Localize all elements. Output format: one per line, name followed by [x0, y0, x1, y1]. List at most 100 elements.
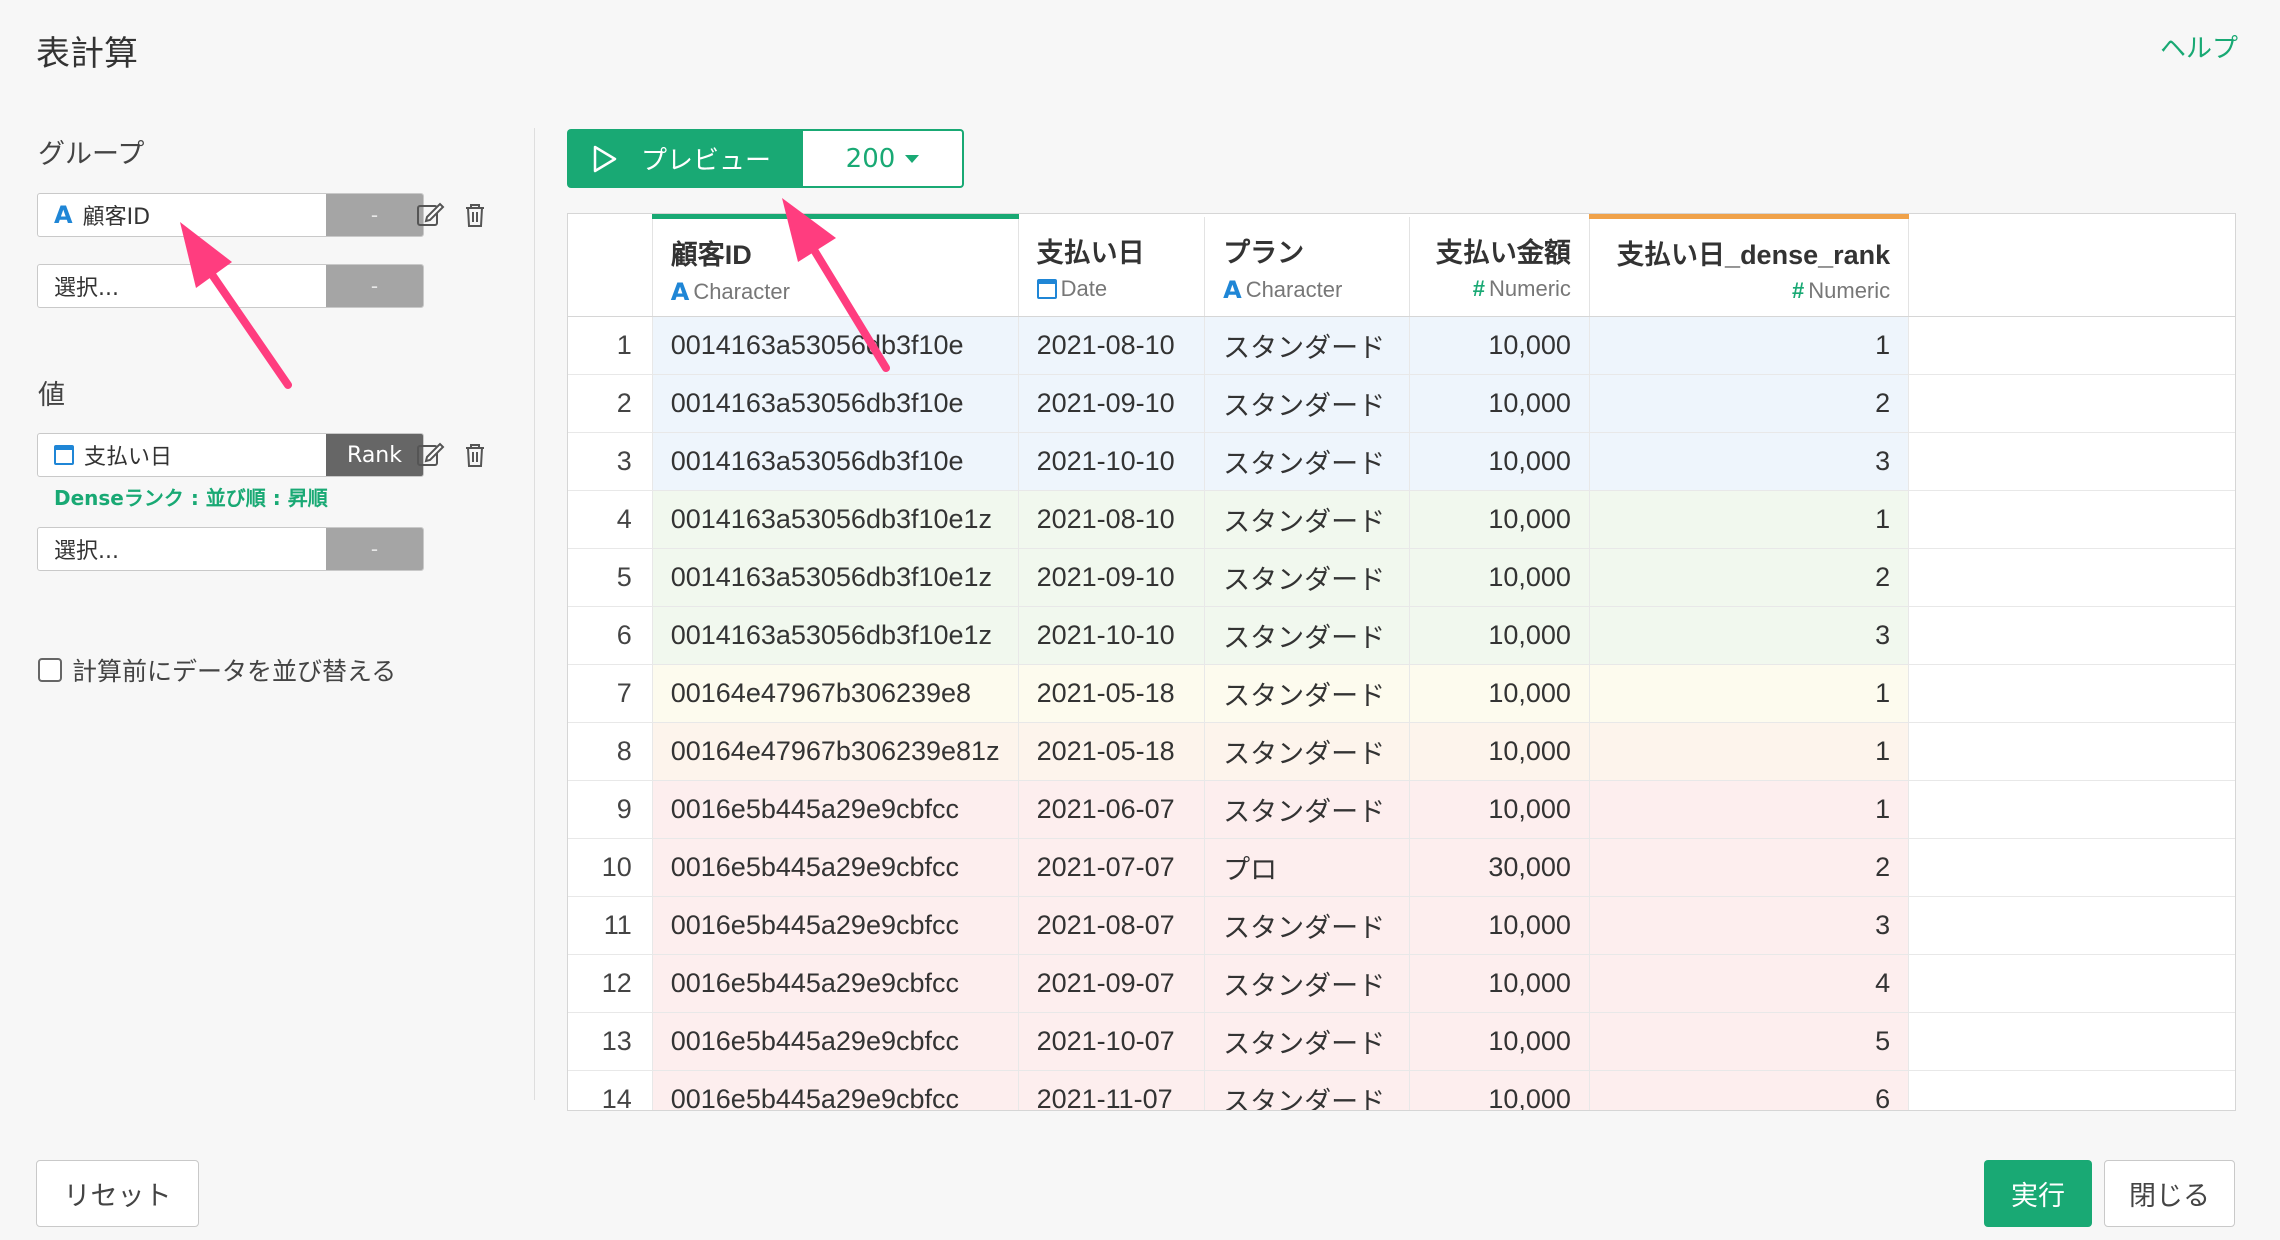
- row-filler: [1908, 316, 2235, 375]
- payment-date-cell: 2021-09-07: [1018, 954, 1206, 1013]
- row-number: 8: [568, 722, 653, 781]
- value-add-field[interactable]: 選択...: [38, 528, 326, 570]
- dense-rank-cell: 1: [1589, 722, 1910, 781]
- dense-rank-cell: 5: [1589, 1012, 1910, 1071]
- group-operation-dropdown[interactable]: -: [326, 194, 423, 236]
- table-row[interactable]: 12 0016e5b445a29e9cbfcc 2021-09-07 スタンダード 10…: [568, 954, 2235, 1013]
- dense-rank-cell: 3: [1589, 432, 1910, 491]
- row-filler: [1908, 954, 2235, 1013]
- preview-table[interactable]: 顧客ID A Character 支払い日 Date プラン A Character…: [567, 213, 2236, 1111]
- row-filler: [1908, 722, 2235, 781]
- value-section-label: 値: [38, 380, 65, 411]
- row-filler: [1908, 432, 2235, 491]
- edit-icon[interactable]: [415, 199, 445, 229]
- column-name: 顧客ID: [670, 240, 752, 270]
- customer-id-cell: 0014163a53056db3f10e: [652, 432, 1019, 491]
- row-number: 10: [568, 838, 653, 897]
- payment-date-cell: 2021-08-10: [1018, 490, 1206, 549]
- header-filler: [1908, 216, 2235, 317]
- dialog-title: 表計算: [36, 34, 138, 74]
- preview-button[interactable]: プレビュー: [567, 129, 804, 188]
- table-row[interactable]: 7 00164e47967b306239e8 2021-05-18 スタンダード 10,…: [568, 664, 2235, 723]
- payment-date-cell: 2021-05-18: [1018, 664, 1206, 723]
- column-header-customer-id[interactable]: 顧客ID A Character: [652, 214, 1019, 317]
- column-header-payment-amount[interactable]: 支払い金額 # Numeric: [1409, 216, 1590, 317]
- character-type-icon: A: [670, 278, 690, 306]
- table-row[interactable]: 6 0014163a53056db3f10e1z 2021-10-10 スタンダード 1…: [568, 606, 2235, 665]
- dense-rank-cell: 4: [1589, 954, 1910, 1013]
- preview-rows-dropdown[interactable]: 200: [803, 129, 964, 188]
- value-column-name: 支払い日: [84, 445, 173, 470]
- customer-id-cell: 0014163a53056db3f10e: [652, 316, 1019, 375]
- value-operation-dropdown[interactable]: Rank: [326, 434, 423, 476]
- row-filler: [1908, 548, 2235, 607]
- presort-checkbox[interactable]: [38, 658, 62, 682]
- numeric-type-icon: #: [1792, 278, 1805, 303]
- table-row[interactable]: 9 0016e5b445a29e9cbfcc 2021-06-07 スタンダード 10,…: [568, 780, 2235, 839]
- row-number: 2: [568, 374, 653, 433]
- plan-cell: スタンダード: [1204, 722, 1411, 781]
- column-header-payment-date[interactable]: 支払い日 Date: [1018, 216, 1206, 317]
- column-type: Numeric: [1489, 275, 1571, 301]
- payment-date-cell: 2021-09-10: [1018, 548, 1206, 607]
- payment-date-cell: 2021-10-10: [1018, 606, 1206, 665]
- group-add-field[interactable]: 選択...: [38, 265, 326, 307]
- group-add-selector[interactable]: 選択... -: [37, 264, 424, 308]
- plan-cell: スタンダード: [1204, 316, 1411, 375]
- value-column-field[interactable]: 支払い日: [38, 434, 326, 476]
- value-add-operation[interactable]: -: [326, 528, 423, 570]
- table-row[interactable]: 4 0014163a53056db3f10e1z 2021-08-10 スタンダード 1…: [568, 490, 2235, 549]
- dense-rank-cell: 3: [1589, 896, 1910, 955]
- payment-date-cell: 2021-09-10: [1018, 374, 1206, 433]
- group-column-selector[interactable]: A 顧客ID -: [37, 193, 424, 237]
- group-column-name: 顧客ID: [82, 205, 151, 230]
- row-filler: [1908, 896, 2235, 955]
- plan-cell: スタンダード: [1204, 374, 1411, 433]
- close-button[interactable]: 閉じる: [2104, 1160, 2235, 1227]
- table-row[interactable]: 3 0014163a53056db3f10e 2021-10-10 スタンダード 10,…: [568, 432, 2235, 491]
- value-column-selector[interactable]: 支払い日 Rank: [37, 433, 424, 477]
- payment-amount-cell: 10,000: [1409, 954, 1590, 1013]
- rank-settings-note[interactable]: Denseランク : 並び順 : 昇順: [54, 482, 328, 511]
- preview-rows-value: 200: [845, 143, 896, 174]
- row-number: 5: [568, 548, 653, 607]
- table-row[interactable]: 5 0014163a53056db3f10e1z 2021-09-10 スタンダード 1…: [568, 548, 2235, 607]
- value-add-selector[interactable]: 選択... -: [37, 527, 424, 571]
- row-filler: [1908, 838, 2235, 897]
- dense-rank-cell: 1: [1589, 664, 1910, 723]
- calendar-icon: [1036, 278, 1057, 299]
- column-header-dense-rank[interactable]: 支払い日_dense_rank # Numeric: [1589, 214, 1910, 317]
- table-row[interactable]: 2 0014163a53056db3f10e 2021-09-10 スタンダード 10,…: [568, 374, 2235, 433]
- customer-id-cell: 0014163a53056db3f10e1z: [652, 490, 1019, 549]
- edit-icon[interactable]: [415, 439, 445, 469]
- table-row[interactable]: 14 0016e5b445a29e9cbfcc 2021-11-07 スタンダード 10…: [568, 1070, 2235, 1110]
- dense-rank-cell: 1: [1589, 780, 1910, 839]
- group-add-operation[interactable]: -: [326, 265, 423, 307]
- plan-cell: スタンダード: [1204, 432, 1411, 491]
- table-row[interactable]: 1 0014163a53056db3f10e 2021-08-10 スタンダード 10,…: [568, 316, 2235, 375]
- row-number: 12: [568, 954, 653, 1013]
- help-link[interactable]: ヘルプ: [2160, 28, 2238, 65]
- reset-button[interactable]: リセット: [36, 1160, 199, 1227]
- payment-amount-cell: 30,000: [1409, 838, 1590, 897]
- customer-id-cell: 0014163a53056db3f10e1z: [652, 606, 1019, 665]
- customer-id-cell: 0016e5b445a29e9cbfcc: [652, 954, 1019, 1013]
- table-row[interactable]: 8 00164e47967b306239e81z 2021-05-18 スタンダード 1…: [568, 722, 2235, 781]
- trash-icon[interactable]: [460, 440, 490, 470]
- trash-icon[interactable]: [460, 200, 490, 230]
- table-row[interactable]: 11 0016e5b445a29e9cbfcc 2021-08-07 スタンダード 10…: [568, 896, 2235, 955]
- row-number: 4: [568, 490, 653, 549]
- row-number-header: [568, 216, 653, 317]
- table-row[interactable]: 10 0016e5b445a29e9cbfcc 2021-07-07 プロ 30,000…: [568, 838, 2235, 897]
- run-button[interactable]: 実行: [1984, 1160, 2092, 1227]
- payment-date-cell: 2021-05-18: [1018, 722, 1206, 781]
- column-header-plan[interactable]: プラン A Character: [1204, 216, 1411, 317]
- group-column-field[interactable]: A 顧客ID: [38, 194, 326, 236]
- row-filler: [1908, 1012, 2235, 1071]
- table-row[interactable]: 13 0016e5b445a29e9cbfcc 2021-10-07 スタンダード 10…: [568, 1012, 2235, 1071]
- dense-rank-cell: 2: [1589, 548, 1910, 607]
- customer-id-cell: 0016e5b445a29e9cbfcc: [652, 780, 1019, 839]
- presort-option[interactable]: 計算前にデータを並び替える: [38, 652, 396, 688]
- row-number: 3: [568, 432, 653, 491]
- customer-id-cell: 00164e47967b306239e81z: [652, 722, 1019, 781]
